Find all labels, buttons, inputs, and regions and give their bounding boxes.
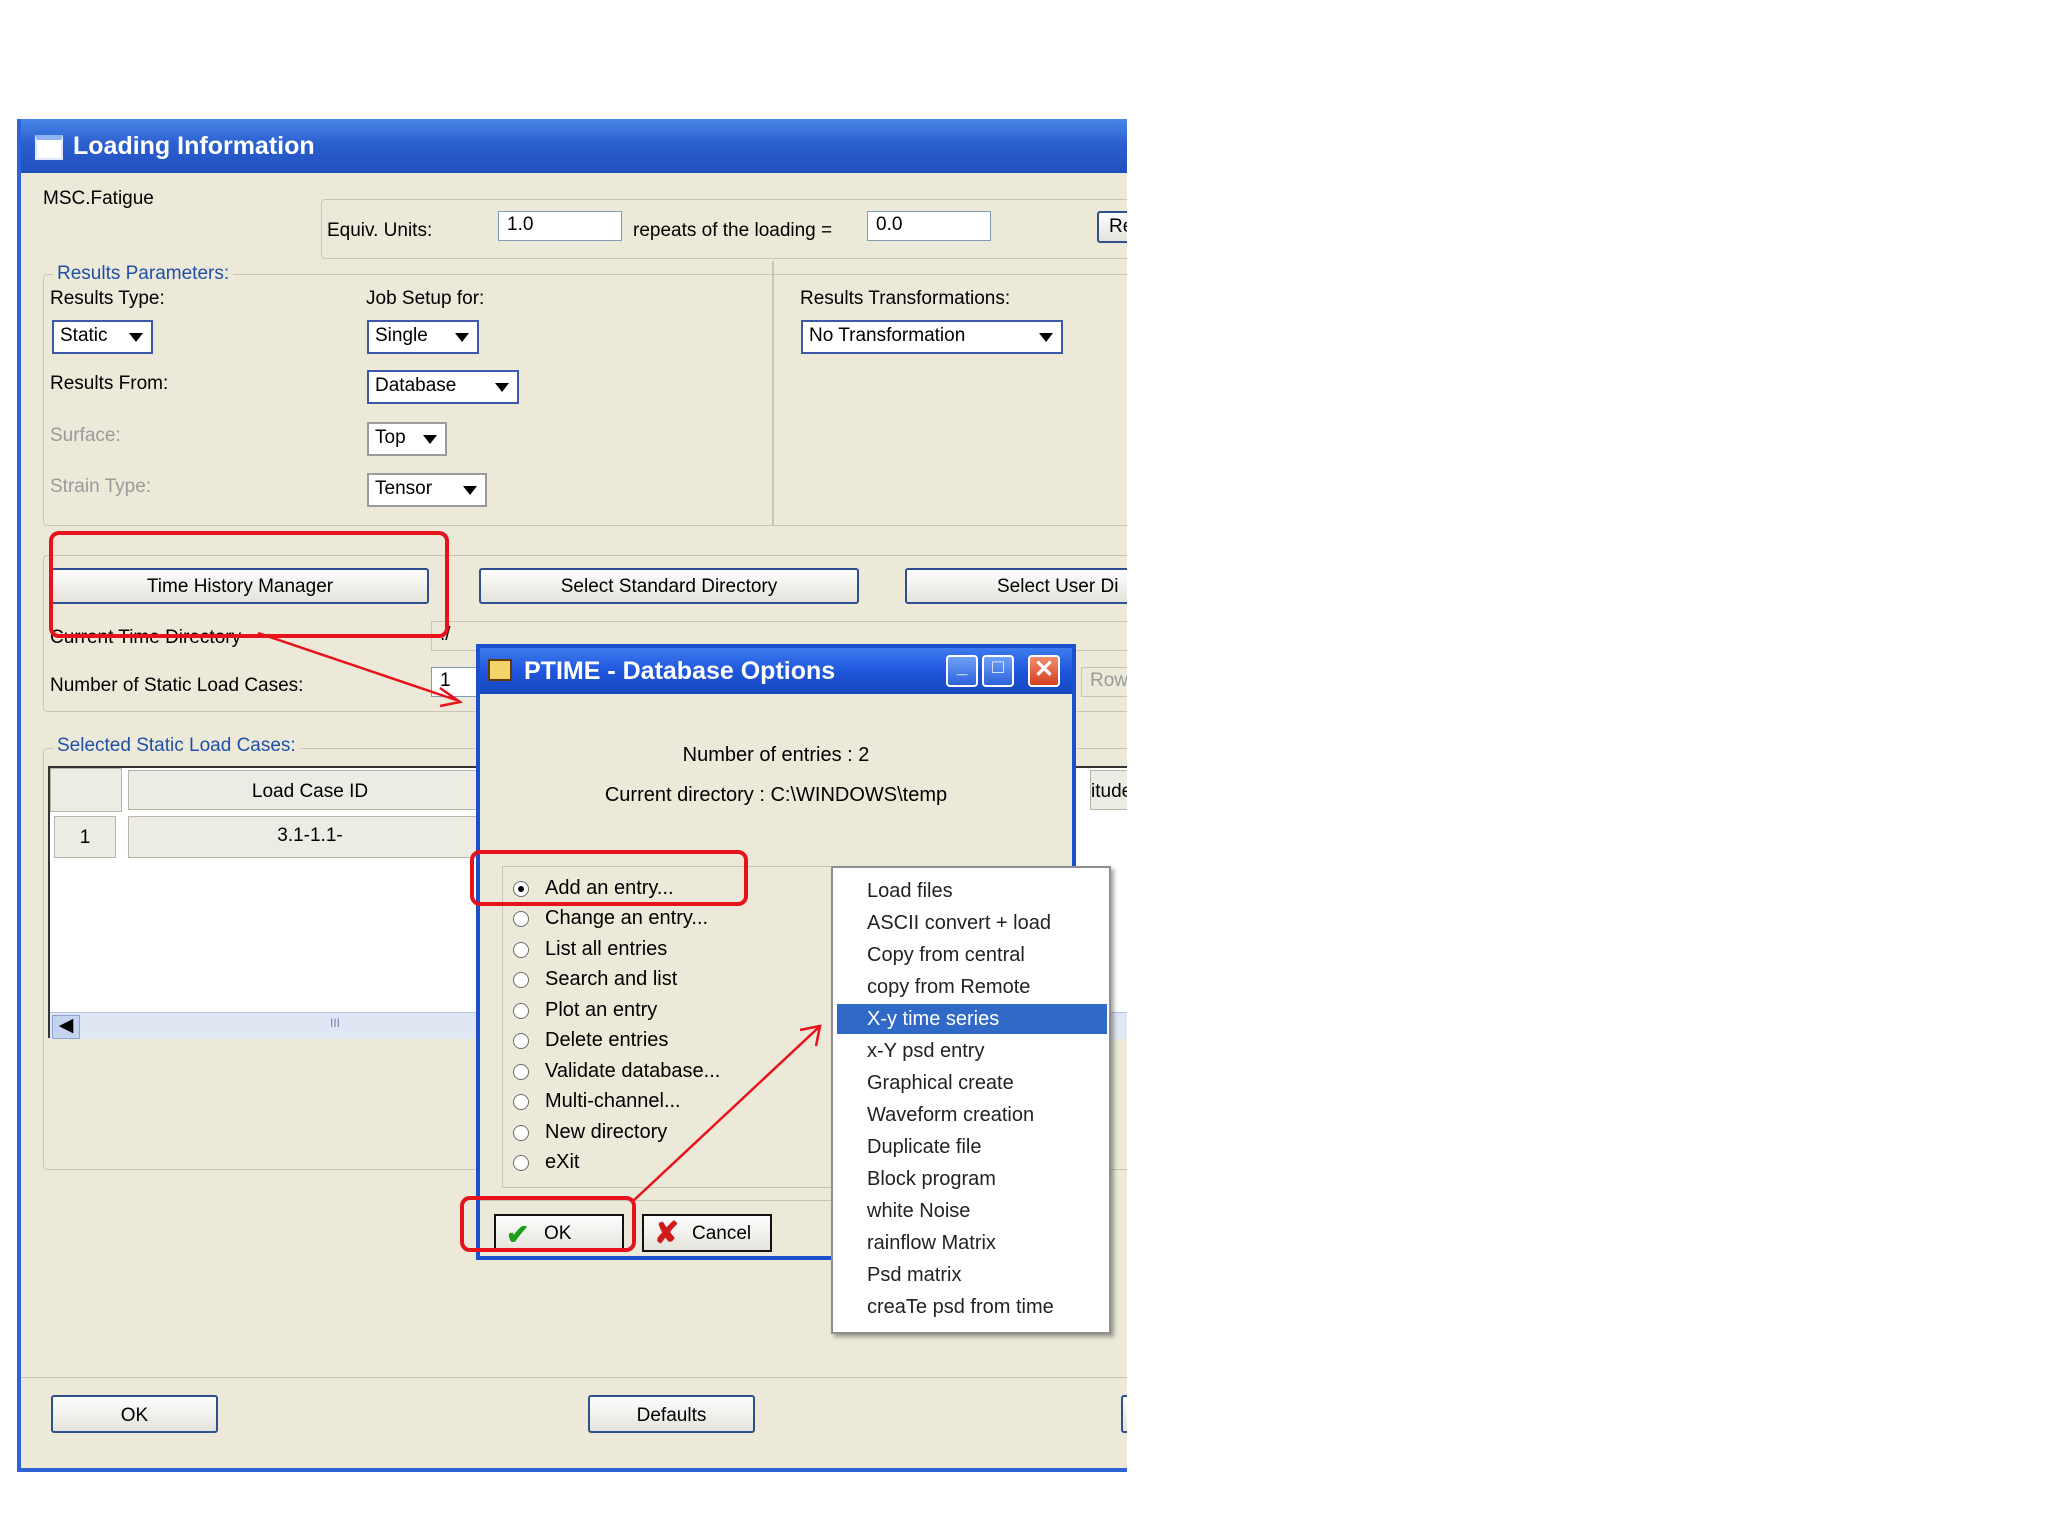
arrow-to-submenu	[631, 1027, 819, 1203]
annotation-arrows	[257, 631, 822, 1203]
arrow-to-dialog	[257, 631, 457, 702]
